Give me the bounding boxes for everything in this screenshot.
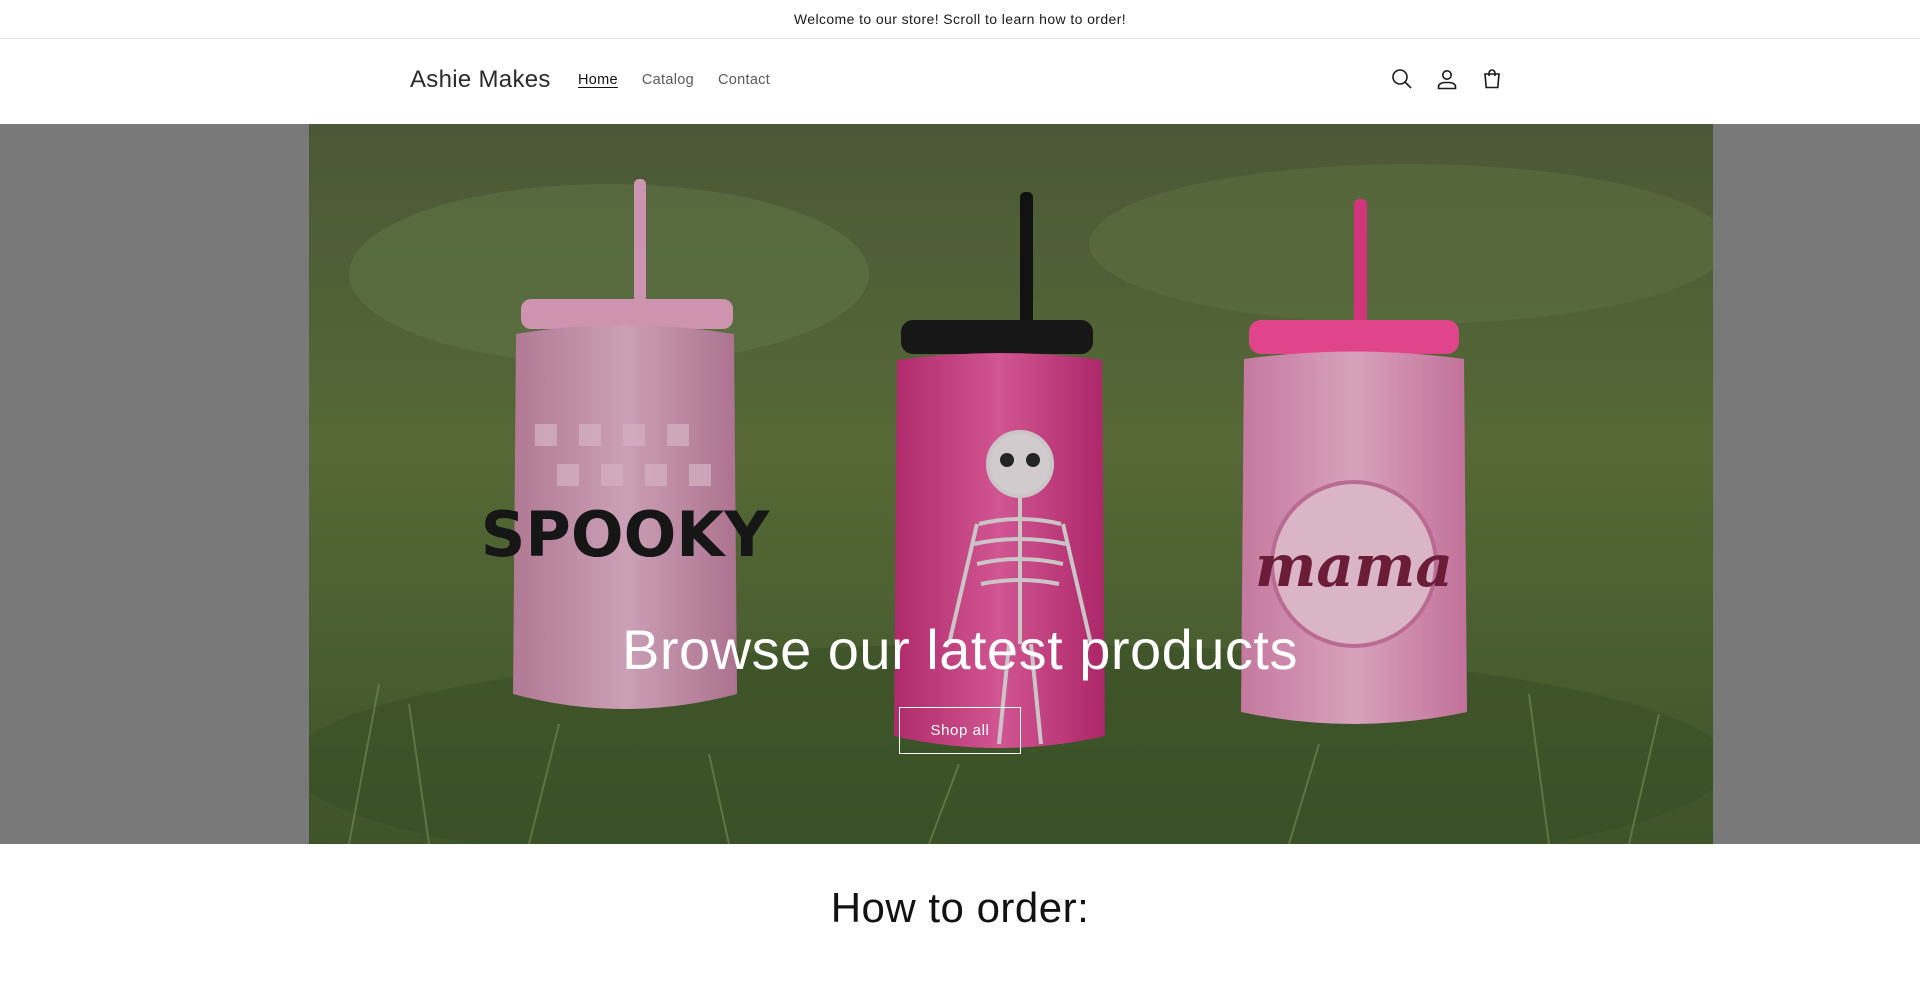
hero-heading: Browse our latest products <box>622 618 1298 681</box>
store-logo[interactable]: Ashie Makes <box>410 66 551 94</box>
announcement-bar: Welcome to our store! Scroll to learn ho… <box>0 0 1920 39</box>
cart-icon[interactable] <box>1480 67 1504 91</box>
announcement-text: Welcome to our store! Scroll to learn ho… <box>793 11 1127 27</box>
search-icon[interactable] <box>1390 67 1414 91</box>
shop-all-button[interactable]: Shop all <box>899 707 1021 754</box>
how-to-order-heading: How to order: <box>830 884 1090 931</box>
main-nav: Home Catalog Contact <box>578 72 770 88</box>
hero-banner: SPOOKY mama Browse our latest products S… <box>0 124 1920 844</box>
account-icon[interactable] <box>1435 67 1459 91</box>
header-icons <box>1390 67 1504 91</box>
nav-catalog[interactable]: Catalog <box>642 72 694 88</box>
site-header: Ashie Makes Home Catalog Contact <box>0 39 1920 124</box>
nav-home[interactable]: Home <box>578 72 618 88</box>
nav-contact[interactable]: Contact <box>718 72 770 88</box>
